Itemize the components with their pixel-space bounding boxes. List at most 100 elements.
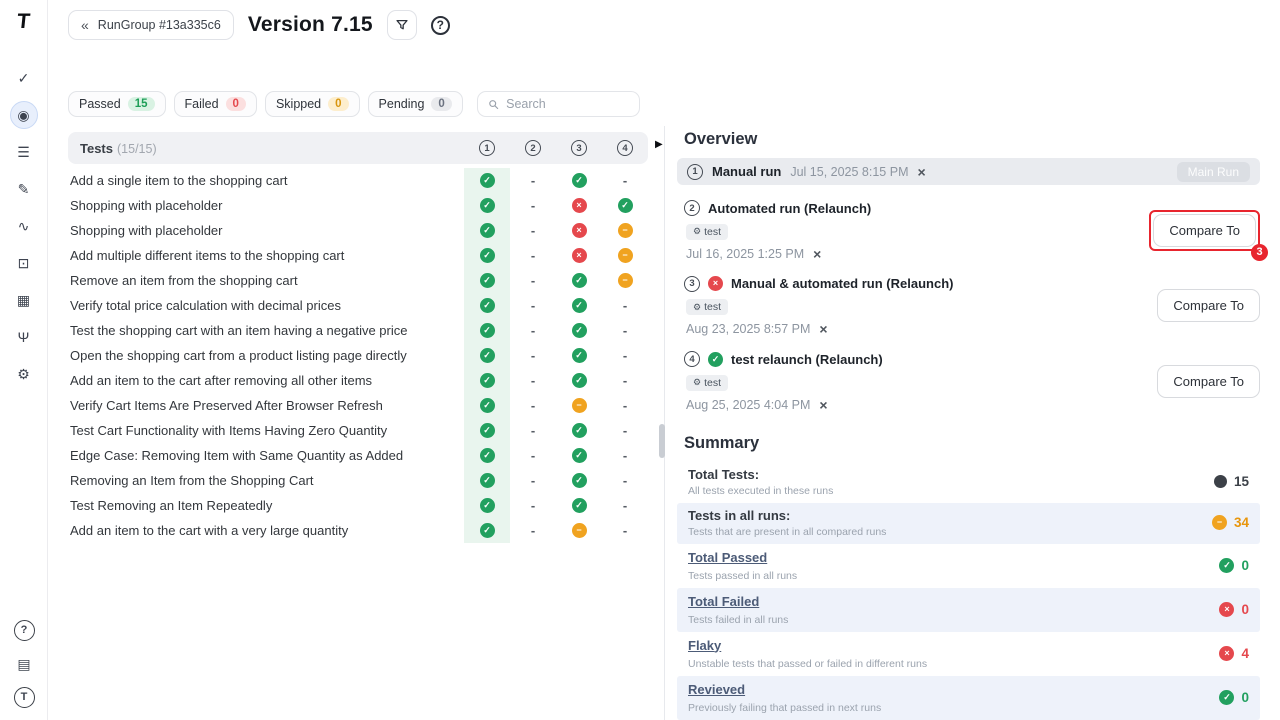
no-result: - (531, 223, 535, 238)
summary-description: Previously failing that passed in next r… (688, 702, 1219, 714)
summary-description: Tests passed in all runs (688, 570, 1219, 582)
test-row[interactable]: Add an item to the cart with a very larg… (68, 518, 648, 543)
sidebar: T ✓ ◉ ☰ ✎ ∿ ⊡ ▦ Ψ ⚙ ? ▤ T (0, 0, 48, 720)
remove-run-icon[interactable]: × (819, 398, 827, 412)
scrollbar-thumb[interactable] (659, 424, 665, 458)
status-cell: ✓ (464, 193, 510, 218)
test-row[interactable]: Verify Cart Items Are Preserved After Br… (68, 393, 648, 418)
remove-run-icon[interactable]: × (819, 322, 827, 336)
test-name: Verify total price calculation with deci… (68, 298, 464, 313)
run-item-selected[interactable]: 1Manual runJul 15, 2025 8:15 PM×Main Run (677, 158, 1260, 185)
compare-to-button[interactable]: Compare To (1153, 214, 1256, 247)
filter-passed[interactable]: Passed15 (68, 91, 166, 117)
run-number-icon: 1 (687, 164, 703, 180)
status-cell: - (510, 393, 556, 418)
summary-description: All tests executed in these runs (688, 485, 1214, 497)
editor-icon[interactable]: ✎ (10, 175, 38, 203)
summary-label: Tests in all runs: (688, 508, 1212, 523)
status-cell: ✓ (556, 443, 602, 468)
status-cell: ✓ (464, 418, 510, 443)
status-cell: ✓ (464, 218, 510, 243)
summary-link[interactable]: Flaky (688, 638, 721, 653)
run-name: Manual run (712, 164, 781, 179)
suites-icon[interactable]: ☰ (10, 138, 38, 166)
help-icon[interactable]: ? (431, 16, 450, 35)
summary-link[interactable]: Total Failed (688, 594, 759, 609)
status-cell: - (510, 418, 556, 443)
test-name: Add multiple different items to the shop… (68, 248, 464, 263)
summary-description: Tests that are present in all compared r… (688, 526, 1212, 538)
filter-pending[interactable]: Pending0 (368, 91, 463, 117)
filter-skipped[interactable]: Skipped0 (265, 91, 360, 117)
test-name: Test the shopping cart with an item havi… (68, 323, 464, 338)
docs-icon[interactable]: ▤ (10, 650, 38, 678)
tests-panel: Tests(15/15) 1234 Add a single item to t… (68, 132, 648, 543)
status-cell: × (556, 243, 602, 268)
no-result: - (623, 398, 627, 413)
runs-icon[interactable]: ◉ (10, 101, 38, 129)
no-result: - (623, 173, 627, 188)
test-row[interactable]: Edge Case: Removing Item with Same Quant… (68, 443, 648, 468)
test-row[interactable]: Verify total price calculation with deci… (68, 293, 648, 318)
profile-icon[interactable]: T (14, 687, 35, 708)
search-icon (488, 98, 499, 111)
pass-status-icon: ✓ (572, 348, 587, 363)
test-row[interactable]: Add an item to the cart after removing a… (68, 368, 648, 393)
pass-status-icon: ✓ (572, 323, 587, 338)
filter-label: Skipped (276, 97, 321, 111)
settings-icon[interactable]: ⚙ (10, 360, 38, 388)
search-input[interactable] (506, 97, 629, 111)
no-result: - (623, 423, 627, 438)
test-row[interactable]: Shopping with placeholder✓-×− (68, 218, 648, 243)
test-row[interactable]: Test Cart Functionality with Items Havin… (68, 418, 648, 443)
test-name: Verify Cart Items Are Preserved After Br… (68, 398, 464, 413)
sidebar-nav: ✓ ◉ ☰ ✎ ∿ ⊡ ▦ Ψ ⚙ (10, 64, 38, 388)
summary-link[interactable]: Revieved (688, 682, 745, 697)
pass-status-icon: ✓ (480, 248, 495, 263)
test-row[interactable]: Shopping with placeholder✓-×✓ (68, 193, 648, 218)
run-tag: ⚙test (686, 299, 728, 315)
remove-run-icon[interactable]: × (917, 165, 925, 179)
analytics-icon[interactable]: ∿ (10, 212, 38, 240)
tests-icon[interactable]: ✓ (10, 64, 38, 92)
annotation-step-badge: 3 (1251, 244, 1268, 261)
no-result: - (623, 523, 627, 538)
compare-to-button[interactable]: Compare To (1157, 289, 1260, 322)
no-result: - (531, 198, 535, 213)
reports-icon[interactable]: ▦ (10, 286, 38, 314)
status-cell: × (556, 193, 602, 218)
test-row[interactable]: Add multiple different items to the shop… (68, 243, 648, 268)
pass-status-icon: ✓ (618, 198, 633, 213)
summary-link[interactable]: Total Passed (688, 550, 767, 565)
remove-run-icon[interactable]: × (813, 247, 821, 261)
run-column-header-2: 2 (510, 132, 556, 164)
test-row[interactable]: Test Removing an Item Repeatedly✓-✓- (68, 493, 648, 518)
test-row[interactable]: Removing an Item from the Shopping Cart✓… (68, 468, 648, 493)
no-result: - (623, 298, 627, 313)
status-cell: ✓ (464, 443, 510, 468)
pass-status-icon: ✓ (572, 173, 587, 188)
test-name: Edge Case: Removing Item with Same Quant… (68, 448, 464, 463)
export-icon[interactable]: ⊡ (10, 249, 38, 277)
branches-icon[interactable]: Ψ (10, 323, 38, 351)
filter-button[interactable] (387, 10, 417, 40)
compare-to-button[interactable]: Compare To (1157, 365, 1260, 398)
filter-failed[interactable]: Failed0 (174, 91, 257, 117)
filter-count-badge: 0 (431, 97, 451, 111)
run-number-icon: 1 (479, 140, 495, 156)
status-cell: − (602, 243, 648, 268)
app-logo[interactable]: T (16, 10, 31, 34)
status-cell: ✓ (464, 493, 510, 518)
search-box[interactable] (477, 91, 640, 117)
collapse-panel-icon[interactable]: ▶ (655, 139, 663, 150)
test-row[interactable]: Test the shopping cart with an item havi… (68, 318, 648, 343)
test-row[interactable]: Add a single item to the shopping cart✓-… (68, 168, 648, 193)
filter-count-badge: 15 (128, 97, 155, 111)
table-columns: 1234 (464, 132, 648, 164)
run-number-icon: 4 (684, 351, 700, 367)
no-result: - (531, 248, 535, 263)
help-icon[interactable]: ? (14, 620, 35, 641)
test-row[interactable]: Open the shopping cart from a product li… (68, 343, 648, 368)
back-button[interactable]: « RunGroup #13a335c6 (68, 10, 234, 40)
test-row[interactable]: Remove an item from the shopping cart✓-✓… (68, 268, 648, 293)
